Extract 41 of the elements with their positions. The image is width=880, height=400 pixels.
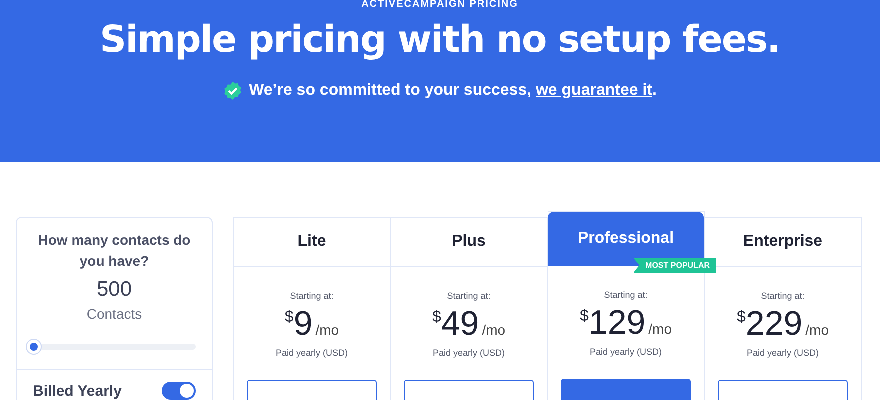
plan-name: Plus: [452, 233, 486, 251]
plan-name: Professional: [578, 230, 674, 248]
currency-symbol: $: [432, 309, 442, 327]
price-amount: 229: [746, 305, 803, 344]
starting-label: Starting at:: [604, 290, 648, 300]
billing-label: Billed Yearly: [33, 382, 122, 400]
billing-toggle[interactable]: [162, 382, 196, 400]
price-period: /mo: [482, 322, 506, 338]
currency-symbol: $: [284, 309, 294, 327]
plan-button[interactable]: [404, 380, 534, 400]
starting-label: Starting at:: [761, 291, 805, 301]
price-period: /mo: [806, 322, 829, 338]
plan-button[interactable]: [247, 380, 377, 400]
popular-ribbon: MOST POPULAR: [634, 258, 716, 273]
price-amount: 129: [588, 304, 646, 343]
slider-thumb[interactable]: [26, 339, 42, 355]
check-badge-icon: [223, 81, 244, 101]
starting-label: Starting at:: [290, 291, 334, 301]
billing-note: Paid yearly (USD): [432, 348, 506, 358]
contacts-unit: Contacts: [86, 306, 142, 322]
billing-note: Paid yearly (USD): [746, 348, 820, 358]
guarantee-link[interactable]: we guarantee it: [536, 82, 652, 99]
currency-symbol: $: [580, 308, 589, 326]
plan-button[interactable]: [718, 380, 848, 400]
billing-note: Paid yearly (USD): [590, 347, 662, 357]
plan-name: Enterprise: [743, 233, 823, 251]
eyebrow-text: ACTIVECAMPAIGN PRICING: [362, 0, 518, 10]
contacts-question: How many contacts do you have?: [37, 231, 192, 271]
plan-header[interactable]: Plus: [391, 218, 547, 267]
billing-note: Paid yearly (USD): [276, 348, 348, 358]
page-title: Simple pricing with no setup fees.: [100, 18, 780, 61]
guarantee-text: We’re so committed to your success, we guarantee it.: [249, 82, 657, 100]
price-amount: 9: [294, 305, 313, 344]
price-amount: 49: [441, 305, 480, 344]
currency-symbol: $: [737, 309, 746, 327]
plan-header[interactable]: Lite: [234, 218, 390, 267]
price-period: /mo: [648, 321, 672, 337]
plan-name: Lite: [298, 233, 326, 251]
contacts-count: 500: [96, 278, 132, 302]
starting-label: Starting at:: [447, 291, 491, 301]
price-period: /mo: [316, 322, 340, 338]
